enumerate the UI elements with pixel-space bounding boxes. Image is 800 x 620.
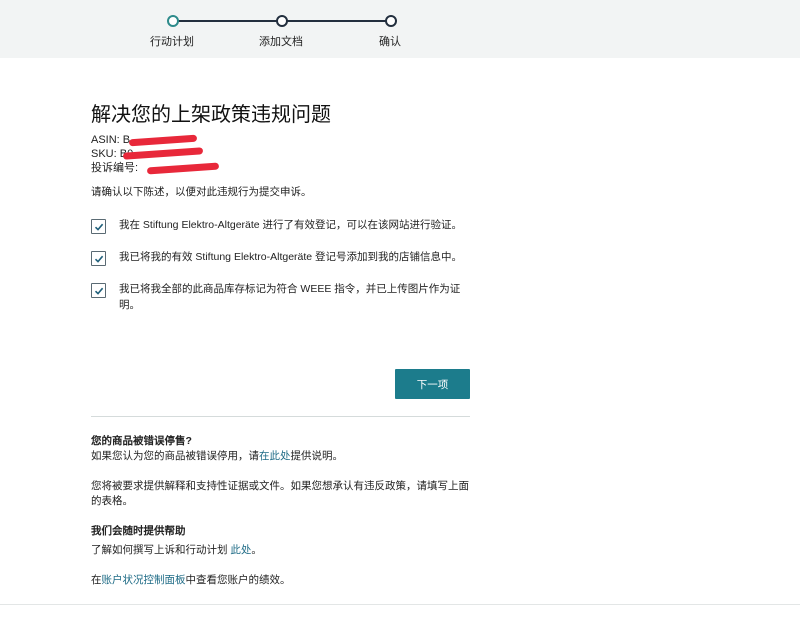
- checkbox-label: 我在 Stiftung Elektro-Altgeräte 进行了有效登记，可以…: [119, 219, 463, 231]
- checkbox-row[interactable]: 我已将我的有效 Stiftung Elektro-Altgeräte 登记号添加…: [91, 249, 471, 266]
- learn-appeal-text: 了解如何撰写上诉和行动计划 此处。: [91, 544, 262, 556]
- asin-label: ASIN: B: [91, 134, 131, 146]
- step-dot-documents: [276, 15, 288, 27]
- redaction-mark: [128, 134, 198, 147]
- complaint-id-label: 投诉编号:: [91, 162, 139, 174]
- appeal-form: 解决您的上架政策违规问题 ASIN: B SKU: B0 投诉编号: 请确认以下…: [91, 100, 471, 586]
- checkbox-registered[interactable]: [91, 219, 106, 234]
- step-label-documents: 添加文档: [259, 36, 303, 48]
- bottom-divider: [0, 604, 800, 605]
- help-section: 您的商品被错误停售? 如果您认为您的商品被错误停用，请在此处提供说明。 您将被要…: [91, 434, 471, 588]
- sku-line: SKU: B0: [91, 147, 471, 161]
- checkbox-weee-marked[interactable]: [91, 283, 106, 298]
- complaint-id-line: 投诉编号:: [91, 161, 471, 175]
- checkmark-icon: [94, 287, 103, 295]
- next-button[interactable]: 下一项: [395, 369, 470, 399]
- explanation-text: 您将被要求提供解释和支持性证据或文件。如果您想承认有违反政策，请填写上面的表格。: [91, 480, 469, 507]
- wrongly-deactivated-heading: 您的商品被错误停售?: [91, 435, 192, 447]
- divider: [91, 416, 470, 417]
- checkbox-label: 我已将我全部的此商品库存标记为符合 WEEE 指令，并已上传图片作为证明。: [119, 283, 461, 311]
- checkmark-icon: [94, 223, 103, 231]
- stepper-connector: [177, 20, 277, 22]
- checkmark-icon: [94, 255, 103, 263]
- learn-here-link[interactable]: 此处: [230, 544, 251, 556]
- step-dot-confirm: [385, 15, 397, 27]
- checkbox-row[interactable]: 我在 Stiftung Elektro-Altgeräte 进行了有效登记，可以…: [91, 217, 471, 234]
- stepper-connector: [286, 20, 386, 22]
- help-heading: 我们会随时提供帮助: [91, 525, 186, 537]
- step-dot-action-plan: [167, 15, 179, 27]
- explain-here-link[interactable]: 在此处: [259, 450, 291, 462]
- step-label-confirm: 确认: [379, 36, 401, 48]
- account-health-dashboard-link[interactable]: 账户状况控制面板: [102, 574, 186, 586]
- intro-text: 请确认以下陈述，以便对此违规行为提交申诉。: [91, 186, 312, 198]
- progress-stepper: 行动计划 添加文档 确认: [0, 0, 800, 58]
- redaction-mark: [146, 162, 220, 175]
- step-label-action-plan: 行动计划: [150, 36, 194, 48]
- page-title: 解决您的上架政策违规问题: [91, 104, 331, 126]
- redaction-mark: [122, 147, 204, 160]
- asin-line: ASIN: B: [91, 133, 471, 147]
- wrongly-deactivated-text: 如果您认为您的商品被错误停用，请在此处提供说明。: [91, 450, 343, 462]
- checkbox-row[interactable]: 我已将我全部的此商品库存标记为符合 WEEE 指令，并已上传图片作为证明。: [91, 281, 471, 313]
- checkbox-number-added[interactable]: [91, 251, 106, 266]
- dashboard-text: 在账户状况控制面板中查看您账户的绩效。: [91, 574, 291, 586]
- checkbox-label: 我已将我的有效 Stiftung Elektro-Altgeräte 登记号添加…: [119, 251, 463, 263]
